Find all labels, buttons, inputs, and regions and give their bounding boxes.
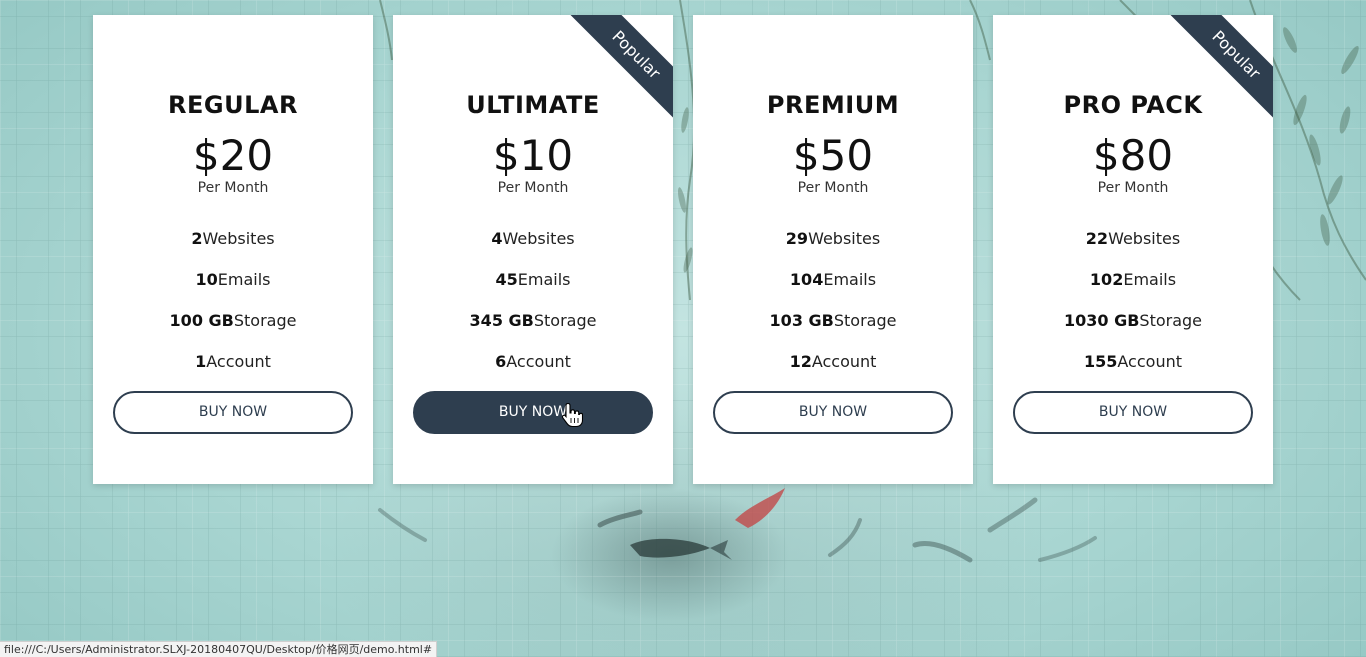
billing-period: Per Month — [797, 180, 869, 196]
feature-value: 104 — [789, 270, 824, 289]
feature-value: 1030 GB — [1063, 311, 1140, 330]
feature-label: Storage — [233, 311, 297, 330]
feature-label: Emails — [823, 270, 877, 289]
status-url: file:///C:/Users/Administrator.SLXJ-2018… — [4, 643, 433, 656]
plan-price: $50 — [792, 131, 874, 180]
feature-account: 6Account — [393, 352, 673, 371]
feature-account: 1Account — [93, 352, 373, 371]
feature-label: Storage — [533, 311, 597, 330]
pricing-card-ultimate: Popular ULTIMATE $10 Per Month 4Websites… — [393, 15, 673, 484]
billing-period: Per Month — [1097, 180, 1169, 196]
feature-value: 10 — [195, 270, 218, 289]
feature-value: 22 — [1085, 229, 1109, 248]
plan-name: PREMIUM — [766, 91, 900, 119]
billing-period: Per Month — [197, 180, 269, 196]
feature-label: Storage — [1139, 311, 1203, 330]
feature-label: Emails — [217, 270, 271, 289]
buy-now-button[interactable]: BUY NOW — [413, 391, 653, 434]
feature-label: Emails — [1123, 270, 1177, 289]
feature-label: Account — [506, 352, 571, 371]
plan-price: $10 — [492, 131, 574, 180]
feature-account: 155Account — [993, 352, 1273, 371]
feature-value: 102 — [1089, 270, 1124, 289]
feature-label: Websites — [202, 229, 275, 248]
plan-price: $80 — [1092, 131, 1174, 180]
feature-emails: 10Emails — [93, 270, 373, 289]
feature-value: 29 — [785, 229, 809, 248]
feature-value: 2 — [191, 229, 203, 248]
pricing-card-premium: PREMIUM $50 Per Month 29Websites 104Emai… — [693, 15, 973, 484]
plan-name: REGULAR — [168, 91, 298, 119]
feature-value: 345 GB — [469, 311, 534, 330]
feature-emails: 45Emails — [393, 270, 673, 289]
pricing-card-regular: REGULAR $20 Per Month 2Websites 10Emails… — [93, 15, 373, 484]
feature-value: 155 — [1083, 352, 1118, 371]
feature-value: 45 — [495, 270, 518, 289]
feature-storage: 345 GBStorage — [393, 311, 673, 330]
feature-label: Storage — [833, 311, 897, 330]
feature-label: Websites — [1108, 229, 1181, 248]
billing-period: Per Month — [497, 180, 569, 196]
feature-value: 103 GB — [769, 311, 834, 330]
feature-label: Websites — [502, 229, 575, 248]
feature-value: 12 — [789, 352, 812, 371]
feature-label: Account — [206, 352, 271, 371]
feature-value: 1 — [195, 352, 207, 371]
feature-value: 100 GB — [169, 311, 234, 330]
feature-value: 4 — [491, 229, 503, 248]
plan-name: ULTIMATE — [466, 91, 600, 119]
browser-status-bar: file:///C:/Users/Administrator.SLXJ-2018… — [0, 641, 438, 657]
feature-storage: 1030 GBStorage — [993, 311, 1273, 330]
buy-now-button[interactable]: BUY NOW — [713, 391, 953, 434]
pricing-table: REGULAR $20 Per Month 2Websites 10Emails… — [0, 0, 1366, 657]
feature-websites: 22Websites — [993, 229, 1273, 248]
feature-label: Account — [1117, 352, 1182, 371]
feature-websites: 2Websites — [93, 229, 373, 248]
feature-storage: 103 GBStorage — [693, 311, 973, 330]
plan-name: PRO PACK — [1063, 91, 1203, 119]
feature-value: 6 — [495, 352, 507, 371]
feature-storage: 100 GBStorage — [93, 311, 373, 330]
feature-websites: 29Websites — [693, 229, 973, 248]
pricing-card-pro-pack: Popular PRO PACK $80 Per Month 22Website… — [993, 15, 1273, 484]
feature-emails: 102Emails — [993, 270, 1273, 289]
plan-price: $20 — [192, 131, 274, 180]
feature-label: Emails — [517, 270, 571, 289]
feature-label: Websites — [808, 229, 881, 248]
buy-now-button[interactable]: BUY NOW — [113, 391, 353, 434]
feature-account: 12Account — [693, 352, 973, 371]
feature-label: Account — [811, 352, 877, 371]
buy-now-button[interactable]: BUY NOW — [1013, 391, 1253, 434]
feature-emails: 104Emails — [693, 270, 973, 289]
feature-websites: 4Websites — [393, 229, 673, 248]
